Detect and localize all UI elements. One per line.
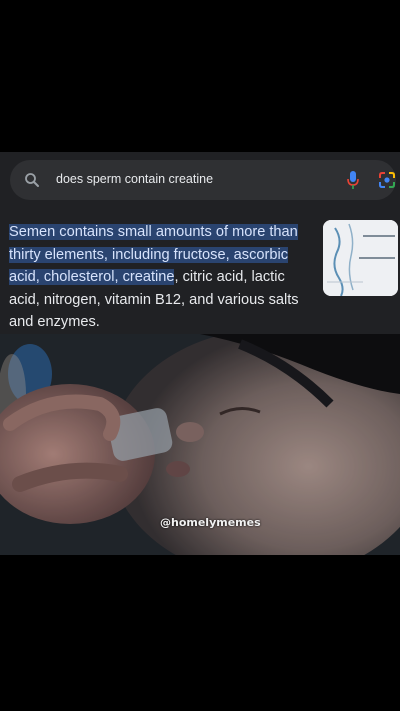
letterbox-bottom <box>0 555 400 711</box>
snippet-thumbnail[interactable] <box>323 220 398 296</box>
featured-snippet: Semen contains small amounts of more tha… <box>0 210 400 334</box>
video-frame: @homelymemes <box>0 334 400 555</box>
search-header: does sperm contain creatine <box>0 152 400 210</box>
google-lens-icon[interactable] <box>378 171 396 189</box>
mic-icon[interactable] <box>346 170 360 190</box>
search-bar[interactable]: does sperm contain creatine <box>10 160 396 200</box>
search-icon <box>25 173 39 187</box>
snippet-text: Semen contains small amounts of more tha… <box>9 221 319 334</box>
watermark: @homelymemes <box>160 516 261 529</box>
search-input[interactable]: does sperm contain creatine <box>56 172 213 186</box>
letterbox-top <box>0 0 400 152</box>
